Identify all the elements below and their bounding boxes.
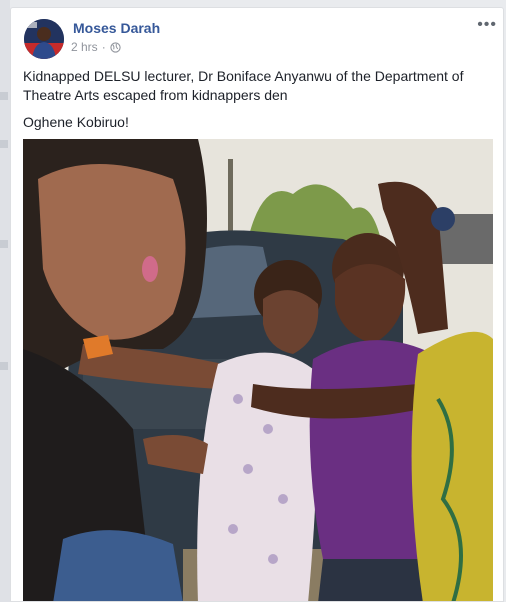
author-name[interactable]: Moses Darah <box>73 20 160 36</box>
author-avatar[interactable] <box>24 19 64 59</box>
post-photo[interactable] <box>23 139 493 601</box>
post-paragraph: Oghene Kobiruo! <box>23 114 129 130</box>
globe-icon[interactable] <box>110 41 121 53</box>
post-meta: 2 hrs · <box>71 40 121 54</box>
post-paragraph: Kidnapped DELSU lecturer, Dr Boniface An… <box>23 68 464 103</box>
more-options-button[interactable]: ••• <box>477 16 497 34</box>
photo-illustration <box>23 139 493 601</box>
background-element <box>0 362 8 370</box>
post-timestamp[interactable]: 2 hrs <box>71 40 98 54</box>
post-card: Moses Darah 2 hrs · ••• Kidnapped DELSU … <box>10 7 504 602</box>
background-element <box>0 92 8 100</box>
background-element <box>0 240 8 248</box>
background-element <box>0 140 8 148</box>
post-text: Kidnapped DELSU lecturer, Dr Boniface An… <box>23 67 493 140</box>
avatar-image <box>24 19 64 59</box>
background-strip <box>0 0 10 602</box>
meta-separator: · <box>101 40 106 54</box>
